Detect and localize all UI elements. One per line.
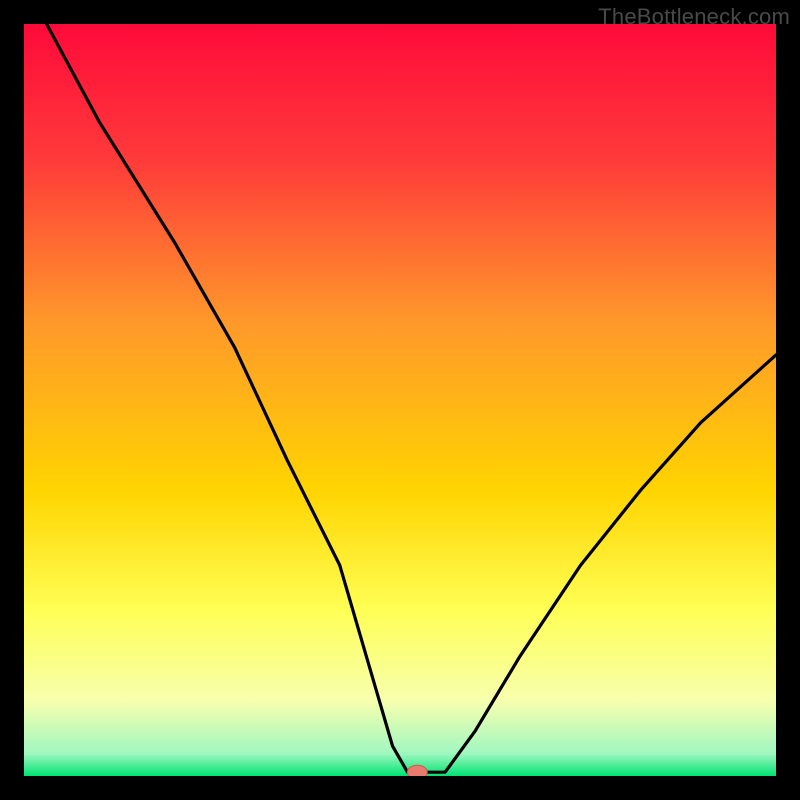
attribution-text: TheBottleneck.com [598, 4, 790, 30]
chart-container: TheBottleneck.com [0, 0, 800, 800]
plot-background [24, 24, 776, 776]
chart-svg [0, 0, 800, 800]
